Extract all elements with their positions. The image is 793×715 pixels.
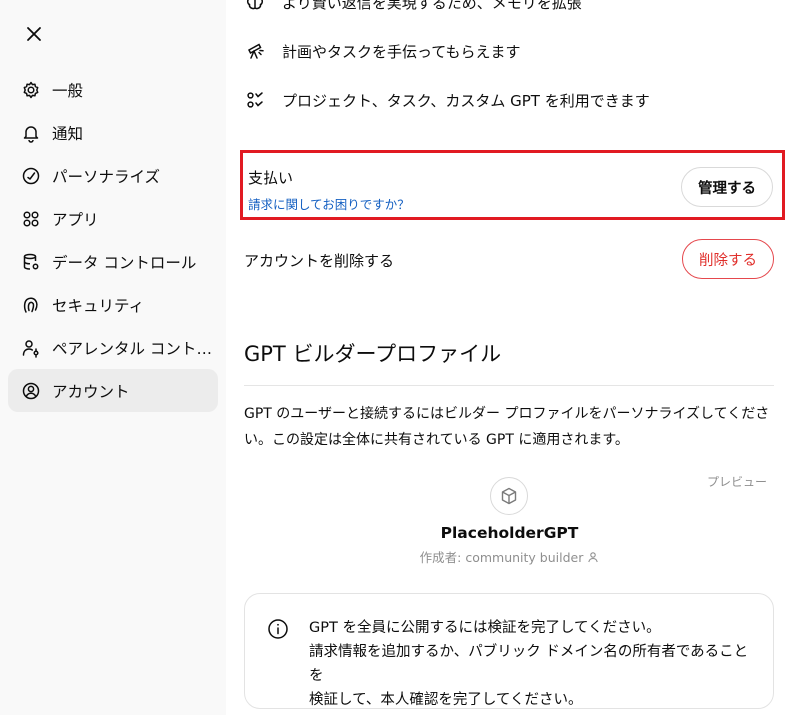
settings-sidebar: 一般 通知 パーソナライズ アプリ データ コントロール セキュリティ ペアレン… xyxy=(0,0,226,715)
account-settings-panel: より賢い返信を実現するため、メモリを拡張 計画やタスクを手伝ってもらえます プロ… xyxy=(226,0,793,715)
feature-text: プロジェクト、タスク、カスタム GPT を利用できます xyxy=(282,91,650,110)
feature-text: 計画やタスクを手伝ってもらえます xyxy=(282,42,521,61)
apps-grid-icon xyxy=(20,208,42,230)
security-icon xyxy=(20,294,42,316)
brain-icon xyxy=(244,0,266,13)
delete-account-button[interactable]: 削除する xyxy=(682,239,774,279)
close-icon xyxy=(27,27,41,41)
sidebar-item-label: ペアレンタル コントロー... xyxy=(52,339,212,358)
builder-profile-title: GPT ビルダープロファイル xyxy=(244,342,502,366)
tasks-icon xyxy=(244,89,266,111)
feature-projects: プロジェクト、タスク、カスタム GPT を利用できます xyxy=(244,89,650,111)
database-icon xyxy=(20,251,42,273)
sidebar-item-label: アカウント xyxy=(52,382,130,401)
delete-account-label: アカウントを削除する xyxy=(244,252,395,270)
sidebar-item-parental-controls[interactable]: ペアレンタル コントロー... xyxy=(8,326,218,369)
gpt-author-text: 作成者: community builder xyxy=(419,550,584,565)
feature-memory: より賢い返信を実現するため、メモリを拡張 xyxy=(244,0,582,13)
gear-icon xyxy=(20,79,42,101)
sidebar-item-data-controls[interactable]: データ コントロール xyxy=(8,240,218,283)
section-divider xyxy=(244,385,774,386)
notice-line: 請求情報を追加するか、パブリック ドメイン名の所有者であることを xyxy=(309,644,749,684)
feature-text: より賢い返信を実現するため、メモリを拡張 xyxy=(282,0,582,12)
manage-button[interactable]: 管理する xyxy=(681,167,773,207)
sidebar-item-label: パーソナライズ xyxy=(52,167,161,186)
info-icon xyxy=(267,618,289,640)
verification-notice: GPT を全員に公開するには検証を完了してください。 請求情報を追加するか、パブ… xyxy=(244,593,774,709)
billing-help-link[interactable]: 請求に関してお困りですか？ xyxy=(248,194,410,213)
sidebar-item-general[interactable]: 一般 xyxy=(8,68,218,111)
person-icon xyxy=(588,551,599,562)
builder-profile-description: GPT のユーザーと接続するにはビルダー プロファイルをパーソナライズしてくださ… xyxy=(244,406,770,448)
gpt-author: 作成者: community builder xyxy=(226,547,793,566)
sidebar-item-label: セキュリティ xyxy=(52,296,145,315)
cube-icon xyxy=(501,487,517,505)
feature-planning: 計画やタスクを手伝ってもらえます xyxy=(244,40,521,62)
personalize-icon xyxy=(20,165,42,187)
sidebar-item-label: データ コントロール xyxy=(52,253,197,272)
notice-text: GPT を全員に公開するには検証を完了してください。 請求情報を追加するか、パブ… xyxy=(309,616,759,712)
notice-line: GPT を全員に公開するには検証を完了してください。 xyxy=(309,620,661,636)
sidebar-item-account[interactable]: アカウント xyxy=(8,369,218,412)
sidebar-item-personalize[interactable]: パーソナライズ xyxy=(8,154,218,197)
telescope-icon xyxy=(244,40,266,62)
payment-title: 支払い xyxy=(248,169,294,187)
sidebar-item-label: アプリ xyxy=(52,210,99,229)
gpt-avatar xyxy=(490,477,528,515)
parental-icon xyxy=(20,337,42,359)
preview-label: プレビュー xyxy=(707,475,768,489)
close-button[interactable] xyxy=(20,20,48,48)
sidebar-item-security[interactable]: セキュリティ xyxy=(8,283,218,326)
sidebar-item-label: 通知 xyxy=(52,124,84,143)
sidebar-item-label: 一般 xyxy=(52,81,84,100)
sidebar-item-apps[interactable]: アプリ xyxy=(8,197,218,240)
sidebar-item-notifications[interactable]: 通知 xyxy=(8,111,218,154)
notice-line: 検証して、本人確認を完了してください。 xyxy=(309,692,583,708)
bell-icon xyxy=(20,122,42,144)
account-icon xyxy=(20,380,42,402)
gpt-name: PlaceholderGPT xyxy=(440,524,579,542)
payment-section: 支払い 請求に関してお困りですか？ 管理する xyxy=(240,150,785,220)
settings-nav: 一般 通知 パーソナライズ アプリ データ コントロール セキュリティ ペアレン… xyxy=(8,68,218,412)
